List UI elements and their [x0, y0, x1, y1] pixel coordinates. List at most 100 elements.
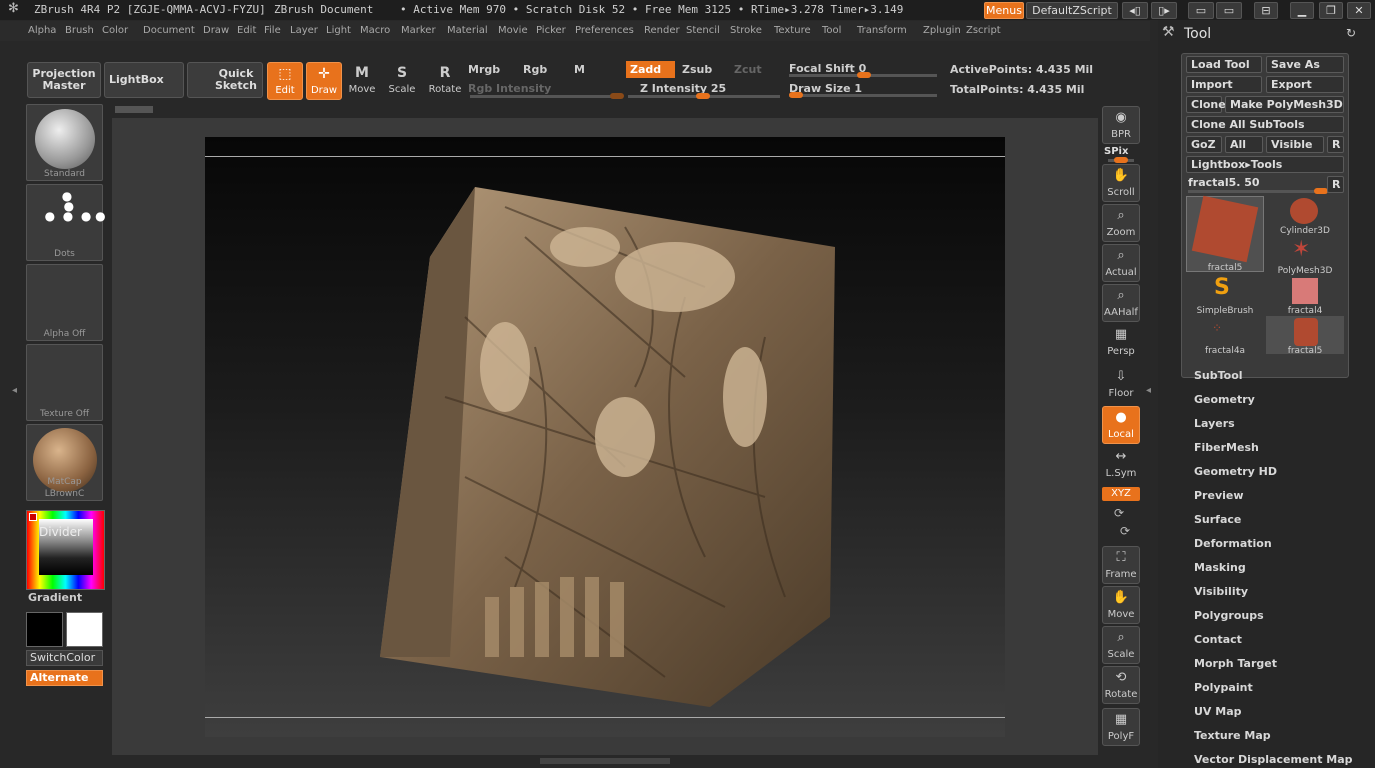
rgb-intensity-slider[interactable]: [470, 93, 624, 99]
main-color-swatch[interactable]: [26, 612, 63, 647]
spix-slider[interactable]: [1108, 157, 1134, 163]
gradient-label[interactable]: Gradient: [28, 591, 82, 604]
xyz-button[interactable]: XYZ: [1102, 487, 1140, 501]
next-arrows-icon[interactable]: ▯▸: [1151, 2, 1177, 19]
rgb-intensity-knob[interactable]: [610, 93, 624, 99]
quick-sketch-button[interactable]: Quick Sketch: [187, 62, 263, 98]
menu-document[interactable]: Document: [143, 21, 195, 41]
bottom-shelf-tab[interactable]: [540, 758, 670, 764]
lock-icon[interactable]: ⊟: [1254, 2, 1278, 19]
menu-color[interactable]: Color: [102, 21, 128, 41]
current-tool-name[interactable]: fractal5. 50: [1188, 176, 1260, 189]
close-icon[interactable]: ✕: [1347, 2, 1371, 19]
menu-file[interactable]: File: [264, 21, 281, 41]
tool-r-button[interactable]: R: [1327, 176, 1344, 193]
scale-view-button[interactable]: ⌕ Scale: [1102, 626, 1140, 664]
scroll-button[interactable]: ✋ Scroll: [1102, 164, 1140, 202]
menu-picker[interactable]: Picker: [536, 21, 566, 41]
document-scroll-tab[interactable]: [115, 106, 153, 113]
default-zscript-button[interactable]: DefaultZScript: [1026, 2, 1118, 19]
material-thumbnail[interactable]: MatCap LBrownC: [26, 424, 103, 501]
section-preview[interactable]: Preview: [1194, 489, 1244, 502]
projection-master-button[interactable]: Projection Master: [27, 62, 101, 98]
zoom-button[interactable]: ⌕ Zoom: [1102, 204, 1140, 242]
tool-item-fractal5-active[interactable]: fractal5: [1186, 195, 1264, 273]
menu-stroke[interactable]: Stroke: [730, 21, 762, 41]
lightbox-tools-button[interactable]: Lightbox▸Tools: [1186, 156, 1344, 173]
clone-all-subtools-button[interactable]: Clone All SubTools: [1186, 116, 1344, 133]
menu-preferences[interactable]: Preferences: [575, 21, 634, 41]
tool-item-fractal5[interactable]: fractal5: [1266, 316, 1344, 356]
section-contact[interactable]: Contact: [1194, 633, 1242, 646]
actual-button[interactable]: ⌕ Actual: [1102, 244, 1140, 282]
current-tool-knob[interactable]: [1314, 188, 1328, 194]
menu-alpha[interactable]: Alpha: [28, 21, 56, 41]
rotate-view-button[interactable]: ⟲ Rotate: [1102, 666, 1140, 704]
lightbox-button[interactable]: LightBox: [104, 62, 184, 98]
section-layers[interactable]: Layers: [1194, 417, 1235, 430]
zadd-button[interactable]: Zadd: [626, 61, 675, 78]
move-view-button[interactable]: ✋ Move: [1102, 586, 1140, 624]
move-button[interactable]: M Move: [344, 62, 380, 100]
goz-visible-button[interactable]: Visible: [1266, 136, 1324, 153]
save-as-button[interactable]: Save As: [1266, 56, 1344, 73]
load-tool-button[interactable]: Load Tool: [1186, 56, 1262, 73]
menu-movie[interactable]: Movie: [498, 21, 528, 41]
floor-button[interactable]: ⇩ Floor: [1102, 366, 1140, 404]
focal-shift-slider[interactable]: [789, 72, 937, 78]
menu-layer[interactable]: Layer: [290, 21, 318, 41]
section-surface[interactable]: Surface: [1194, 513, 1241, 526]
section-polypaint[interactable]: Polypaint: [1194, 681, 1253, 694]
draw-size-knob[interactable]: [789, 92, 803, 98]
make-polymesh3d-button[interactable]: Make PolyMesh3D: [1225, 96, 1344, 113]
menu-transform[interactable]: Transform: [857, 21, 907, 41]
texture-thumbnail[interactable]: Texture Off: [26, 344, 103, 421]
prev-arrows-icon[interactable]: ◂▯: [1122, 2, 1148, 19]
section-morph-target[interactable]: Morph Target: [1194, 657, 1277, 670]
section-deformation[interactable]: Deformation: [1194, 537, 1272, 550]
goz-r-button[interactable]: R: [1327, 136, 1344, 153]
section-visibility[interactable]: Visibility: [1194, 585, 1248, 598]
z-intensity-knob[interactable]: [696, 93, 710, 99]
zsub-button[interactable]: Zsub: [682, 61, 726, 78]
menu-marker[interactable]: Marker: [401, 21, 436, 41]
secondary-color-swatch[interactable]: [66, 612, 103, 647]
spix-knob[interactable]: [1114, 157, 1128, 163]
tool-item-cylinder3d[interactable]: Cylinder3D: [1266, 196, 1344, 236]
menu-draw[interactable]: Draw: [203, 21, 229, 41]
m-button[interactable]: M: [574, 61, 622, 78]
rgb-button[interactable]: Rgb: [523, 61, 571, 78]
viewport-canvas[interactable]: [205, 137, 1005, 737]
menu-edit[interactable]: Edit: [237, 21, 256, 41]
menu-tool[interactable]: Tool: [822, 21, 841, 41]
section-masking[interactable]: Masking: [1194, 561, 1246, 574]
alpha-thumbnail[interactable]: Alpha Off: [26, 264, 103, 341]
menu-material[interactable]: Material: [447, 21, 488, 41]
export-button[interactable]: Export: [1266, 76, 1344, 93]
spix-label[interactable]: SPix: [1104, 146, 1128, 157]
section-polygroups[interactable]: Polygroups: [1194, 609, 1264, 622]
tool-item-polymesh3d[interactable]: ✶ PolyMesh3D: [1266, 236, 1344, 277]
section-fibermesh[interactable]: FiberMesh: [1194, 441, 1259, 454]
section-uv-map[interactable]: UV Map: [1194, 705, 1242, 718]
menu-macro[interactable]: Macro: [360, 21, 390, 41]
tool-item-simplebrush[interactable]: S SimpleBrush: [1186, 276, 1264, 317]
scale-button[interactable]: S Scale: [384, 62, 420, 100]
menu-zplugin[interactable]: Zplugin: [923, 21, 961, 41]
section-geometry[interactable]: Geometry: [1194, 393, 1255, 406]
zcut-button[interactable]: Zcut: [734, 61, 774, 78]
menu-zscript[interactable]: Zscript: [966, 21, 1001, 41]
persp-button[interactable]: ▦ Persp: [1102, 324, 1140, 362]
rotate-button[interactable]: R Rotate: [427, 62, 463, 100]
minimize-icon[interactable]: ▁: [1290, 2, 1314, 19]
alternate-button[interactable]: Alternate: [26, 670, 103, 686]
layout-icon[interactable]: ▭: [1188, 2, 1214, 19]
section-geometry-hd[interactable]: Geometry HD: [1194, 465, 1277, 478]
menu-texture[interactable]: Texture: [774, 21, 811, 41]
lsym-button[interactable]: ↔ L.Sym: [1102, 446, 1140, 484]
menus-button[interactable]: Menus: [984, 2, 1024, 19]
layout-alt-icon[interactable]: ▭: [1216, 2, 1242, 19]
goz-button[interactable]: GoZ: [1186, 136, 1222, 153]
current-tool-slider[interactable]: [1188, 188, 1328, 194]
menu-stencil[interactable]: Stencil: [686, 21, 720, 41]
